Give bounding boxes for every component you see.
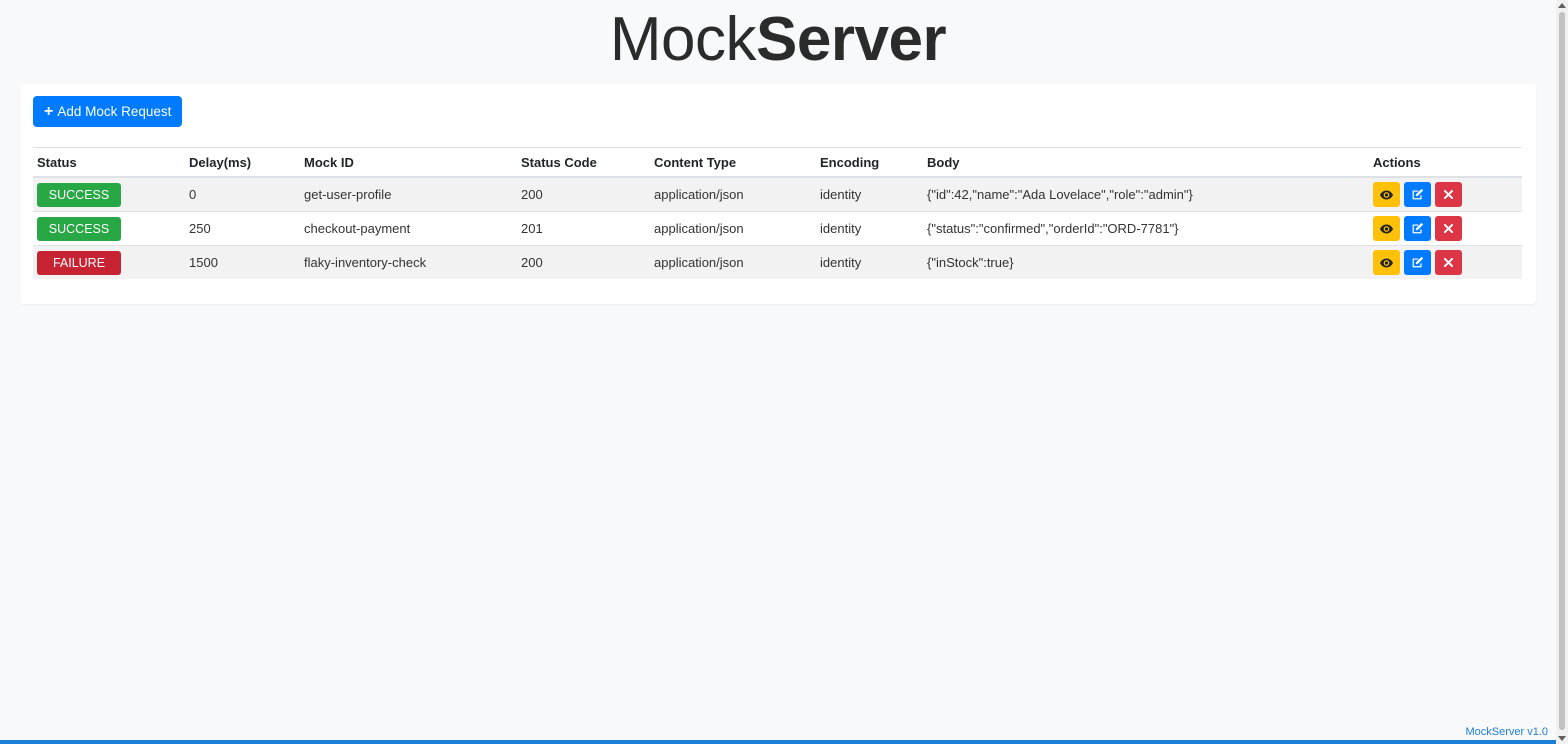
delete-button[interactable] — [1435, 250, 1462, 275]
eye-icon — [1380, 224, 1393, 233]
cell-encoding: identity — [816, 211, 923, 246]
header-status: Status — [33, 147, 185, 178]
header-content-type: Content Type — [650, 147, 816, 178]
close-icon — [1444, 224, 1453, 233]
cell-encoding: identity — [816, 176, 923, 212]
view-button[interactable] — [1373, 216, 1400, 241]
vertical-scrollbar[interactable] — [1556, 0, 1568, 744]
cell-status-code: 200 — [517, 176, 650, 212]
bottom-accent-bar — [0, 740, 1556, 744]
header-actions: Actions — [1369, 147, 1522, 178]
cell-actions — [1369, 176, 1522, 212]
close-icon — [1444, 258, 1453, 267]
view-button[interactable] — [1373, 182, 1400, 207]
mock-list-card: + Add Mock Request Status Delay(ms) Mock… — [20, 84, 1536, 304]
header-encoding: Encoding — [816, 147, 923, 178]
table-row: SUCCESS 0 get-user-profile 200 applicati… — [33, 176, 1522, 212]
cell-status: FAILURE — [33, 245, 185, 279]
table-row: FAILURE 1500 flaky-inventory-check 200 a… — [33, 245, 1522, 279]
add-mock-request-label: Add Mock Request — [57, 104, 172, 119]
header-mock-id: Mock ID — [300, 147, 517, 178]
cell-actions — [1369, 245, 1522, 279]
status-badge: SUCCESS — [37, 216, 121, 241]
cell-status: SUCCESS — [33, 211, 185, 246]
page-title: MockServer — [0, 4, 1556, 76]
cell-content-type: application/json — [650, 176, 816, 212]
scroll-up-arrow-icon[interactable] — [1558, 3, 1566, 8]
row-actions — [1373, 182, 1518, 207]
table-row: SUCCESS 250 checkout-payment 201 applica… — [33, 211, 1522, 246]
header-status-code: Status Code — [517, 147, 650, 178]
delete-button[interactable] — [1435, 216, 1462, 241]
cell-delay: 250 — [185, 211, 300, 246]
eye-icon — [1380, 258, 1393, 267]
cell-actions — [1369, 211, 1522, 246]
eye-icon — [1380, 190, 1393, 199]
version-link[interactable]: MockServer v1.0 — [1465, 726, 1548, 738]
row-actions — [1373, 250, 1518, 275]
cell-body: {"inStock":true} — [923, 245, 1369, 279]
table-header-row: Status Delay(ms) Mock ID Status Code Con… — [33, 147, 1522, 178]
page: MockServer + Add Mock Request Status Del… — [0, 0, 1568, 744]
cell-mock-id: get-user-profile — [300, 176, 517, 212]
plus-icon: + — [44, 102, 54, 120]
edit-button[interactable] — [1404, 216, 1431, 241]
edit-button[interactable] — [1404, 182, 1431, 207]
header-delay: Delay(ms) — [185, 147, 300, 178]
status-badge: FAILURE — [37, 250, 121, 275]
title-bold: Server — [756, 5, 947, 74]
cell-body: {"status":"confirmed","orderId":"ORD-778… — [923, 211, 1369, 246]
edit-icon — [1412, 222, 1424, 234]
cell-mock-id: flaky-inventory-check — [300, 245, 517, 279]
edit-icon — [1412, 256, 1424, 268]
cell-status-code: 200 — [517, 245, 650, 279]
cell-delay: 1500 — [185, 245, 300, 279]
title-light: Mock — [609, 5, 757, 74]
add-mock-request-button[interactable]: + Add Mock Request — [33, 96, 183, 127]
mock-table: Status Delay(ms) Mock ID Status Code Con… — [33, 147, 1522, 279]
cell-delay: 0 — [185, 176, 300, 212]
view-button[interactable] — [1373, 250, 1400, 275]
scroll-thumb[interactable] — [1559, 12, 1565, 730]
cell-content-type: application/json — [650, 245, 816, 279]
cell-status: SUCCESS — [33, 176, 185, 212]
scroll-down-arrow-icon[interactable] — [1558, 736, 1566, 741]
close-icon — [1444, 190, 1453, 199]
cell-encoding: identity — [816, 245, 923, 279]
edit-icon — [1412, 188, 1424, 200]
status-badge: SUCCESS — [37, 182, 121, 207]
row-actions — [1373, 216, 1518, 241]
cell-mock-id: checkout-payment — [300, 211, 517, 246]
edit-button[interactable] — [1404, 250, 1431, 275]
cell-status-code: 201 — [517, 211, 650, 246]
header-body: Body — [923, 147, 1369, 178]
cell-body: {"id":42,"name":"Ada Lovelace","role":"a… — [923, 176, 1369, 212]
cell-content-type: application/json — [650, 211, 816, 246]
delete-button[interactable] — [1435, 182, 1462, 207]
